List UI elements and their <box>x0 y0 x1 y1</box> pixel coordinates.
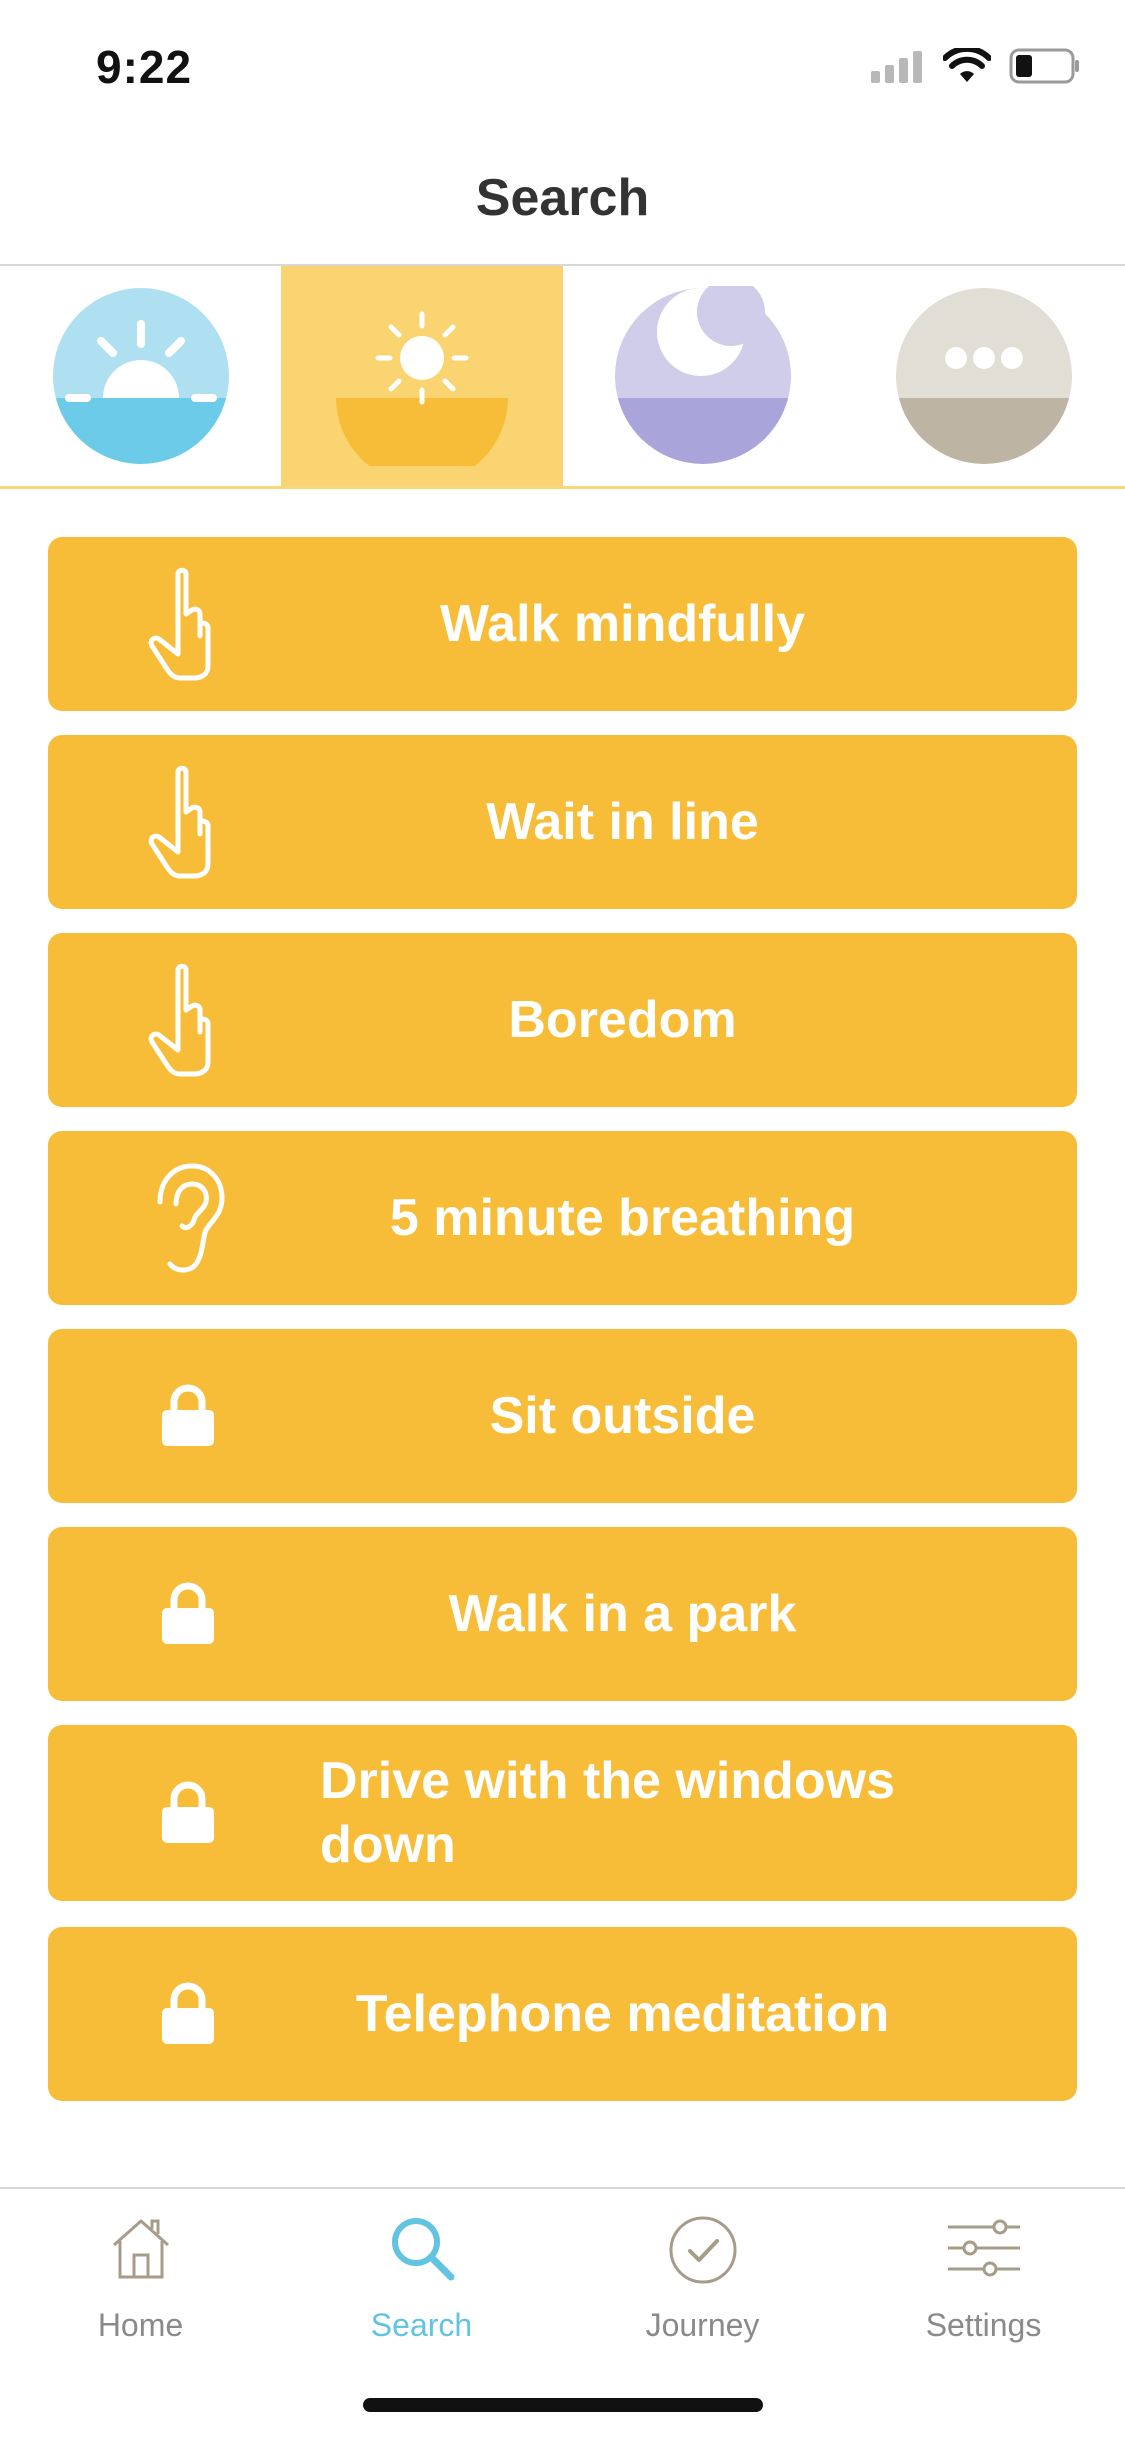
list-item[interactable]: Walk mindfully <box>48 537 1077 711</box>
home-indicator <box>363 2398 763 2412</box>
hand-pointer-icon <box>148 960 228 1080</box>
list-item[interactable]: Wait in line <box>48 735 1077 909</box>
battery-icon <box>1009 48 1079 84</box>
list-item-label: Drive with the windows down <box>320 1752 895 1874</box>
list-item[interactable]: Telephone meditation <box>48 1927 1077 2101</box>
lock-icon <box>148 1954 228 2074</box>
search-icon <box>391 2218 454 2281</box>
list-item-label: 5 minute breathing <box>389 1189 856 1247</box>
hand-pointer-icon <box>148 564 228 684</box>
tab-search[interactable]: Search <box>281 2189 562 2369</box>
sliders-icon <box>947 2219 1020 2277</box>
status-icons <box>871 48 1081 84</box>
sunrise-icon <box>52 288 229 464</box>
tab-sunrise[interactable] <box>0 266 281 486</box>
list-item[interactable]: 5 minute breathing <box>48 1131 1077 1305</box>
category-tabs <box>0 266 1125 489</box>
page-title: Search <box>475 169 650 227</box>
list-item-label: Boredom <box>508 991 737 1049</box>
cellular-signal-icon <box>871 51 922 83</box>
tab-night[interactable] <box>563 266 844 486</box>
lock-icon <box>148 1554 228 1674</box>
list-item-label: Walk mindfully <box>440 595 805 653</box>
list-item-label: Sit outside <box>489 1387 756 1445</box>
tab-home-label: Home <box>97 2307 184 2343</box>
wifi-icon <box>943 48 991 82</box>
tab-settings-label: Settings <box>925 2307 1042 2343</box>
sun-icon <box>335 311 508 466</box>
moon-icon <box>615 286 792 464</box>
list-item[interactable]: Boredom <box>48 933 1077 1107</box>
list-item-label: Telephone meditation <box>355 1985 890 2043</box>
home-icon <box>112 2219 169 2279</box>
status-bar: 9:22 <box>0 0 1125 132</box>
list-item-label: Walk in a park <box>448 1585 797 1643</box>
list-item[interactable]: Sit outside <box>48 1329 1077 1503</box>
tab-more[interactable] <box>844 266 1125 486</box>
more-icon <box>896 288 1073 464</box>
hand-pointer-icon <box>148 762 228 882</box>
list-item-label: Wait in line <box>486 793 759 851</box>
tab-day[interactable] <box>281 266 563 486</box>
tab-home[interactable]: Home <box>0 2189 281 2369</box>
lock-icon <box>148 1753 228 1873</box>
ear-icon <box>148 1158 228 1278</box>
list-item[interactable]: Drive with the windows down <box>48 1725 1077 1901</box>
tab-journey-label: Journey <box>645 2307 760 2343</box>
status-time: 9:22 <box>96 41 193 93</box>
lock-icon <box>148 1356 228 1476</box>
tab-settings[interactable]: Settings <box>843 2189 1124 2369</box>
tab-search-label: Search <box>370 2307 473 2343</box>
list-item[interactable]: Walk in a park <box>48 1527 1077 1701</box>
checkmark-circle-icon <box>669 2216 736 2284</box>
nav-bar: Search <box>0 132 1125 266</box>
tab-journey[interactable]: Journey <box>562 2189 843 2369</box>
